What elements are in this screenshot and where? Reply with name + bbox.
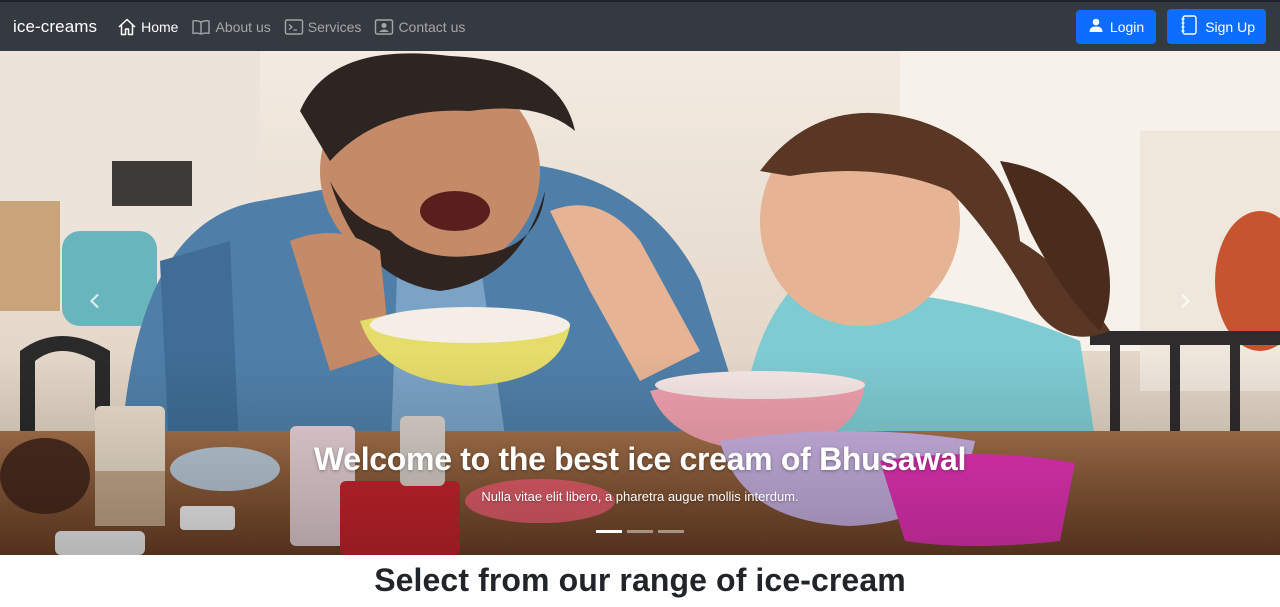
caption-text: Nulla vitae elit libero, a pharetra augu… (481, 489, 799, 504)
person-icon (1088, 17, 1104, 36)
carousel-caption: Welcome to the best ice cream of Bhusawa… (0, 441, 1280, 504)
hero-carousel: Welcome to the best ice cream of Bhusawa… (0, 51, 1280, 555)
carousel-indicator-1[interactable] (596, 530, 622, 533)
section-title: Select from our range of ice-cream (374, 562, 906, 598)
chevron-left-icon (87, 293, 103, 314)
signup-label: Sign Up (1205, 18, 1255, 35)
house-icon (117, 17, 137, 37)
carousel-indicator-3[interactable] (658, 530, 684, 533)
nav-link-about[interactable]: About us (191, 17, 271, 37)
caption-title: Welcome to the best ice cream of Bhusawa… (313, 441, 967, 477)
login-label: Login (1109, 18, 1145, 35)
carousel-indicators (0, 530, 1280, 533)
nav-actions: Login Sign Up (1075, 9, 1266, 44)
terminal-icon (284, 17, 304, 37)
nav-link-services-label: Services (307, 18, 362, 35)
carousel-indicator-2[interactable] (627, 530, 653, 533)
nav-link-services[interactable]: Services (284, 17, 362, 37)
navbar: ice-creams Home About us Services Contac… (0, 0, 1280, 51)
signup-button[interactable]: Sign Up (1167, 9, 1266, 44)
nav-link-home-label: Home (141, 18, 179, 35)
nav-link-contact[interactable]: Contact us (374, 17, 465, 37)
notebook-icon (1179, 14, 1199, 39)
login-button[interactable]: Login (1075, 9, 1157, 44)
chevron-right-icon (1177, 293, 1193, 314)
person-card-icon (374, 17, 394, 37)
nav-link-contact-label: Contact us (398, 18, 466, 35)
brand-logo[interactable]: ice-creams (13, 17, 97, 37)
nav-links: Home About us Services Contact us (117, 2, 478, 51)
nav-link-about-label: About us (215, 18, 271, 35)
book-icon (191, 17, 211, 37)
nav-link-home[interactable]: Home (117, 17, 178, 37)
